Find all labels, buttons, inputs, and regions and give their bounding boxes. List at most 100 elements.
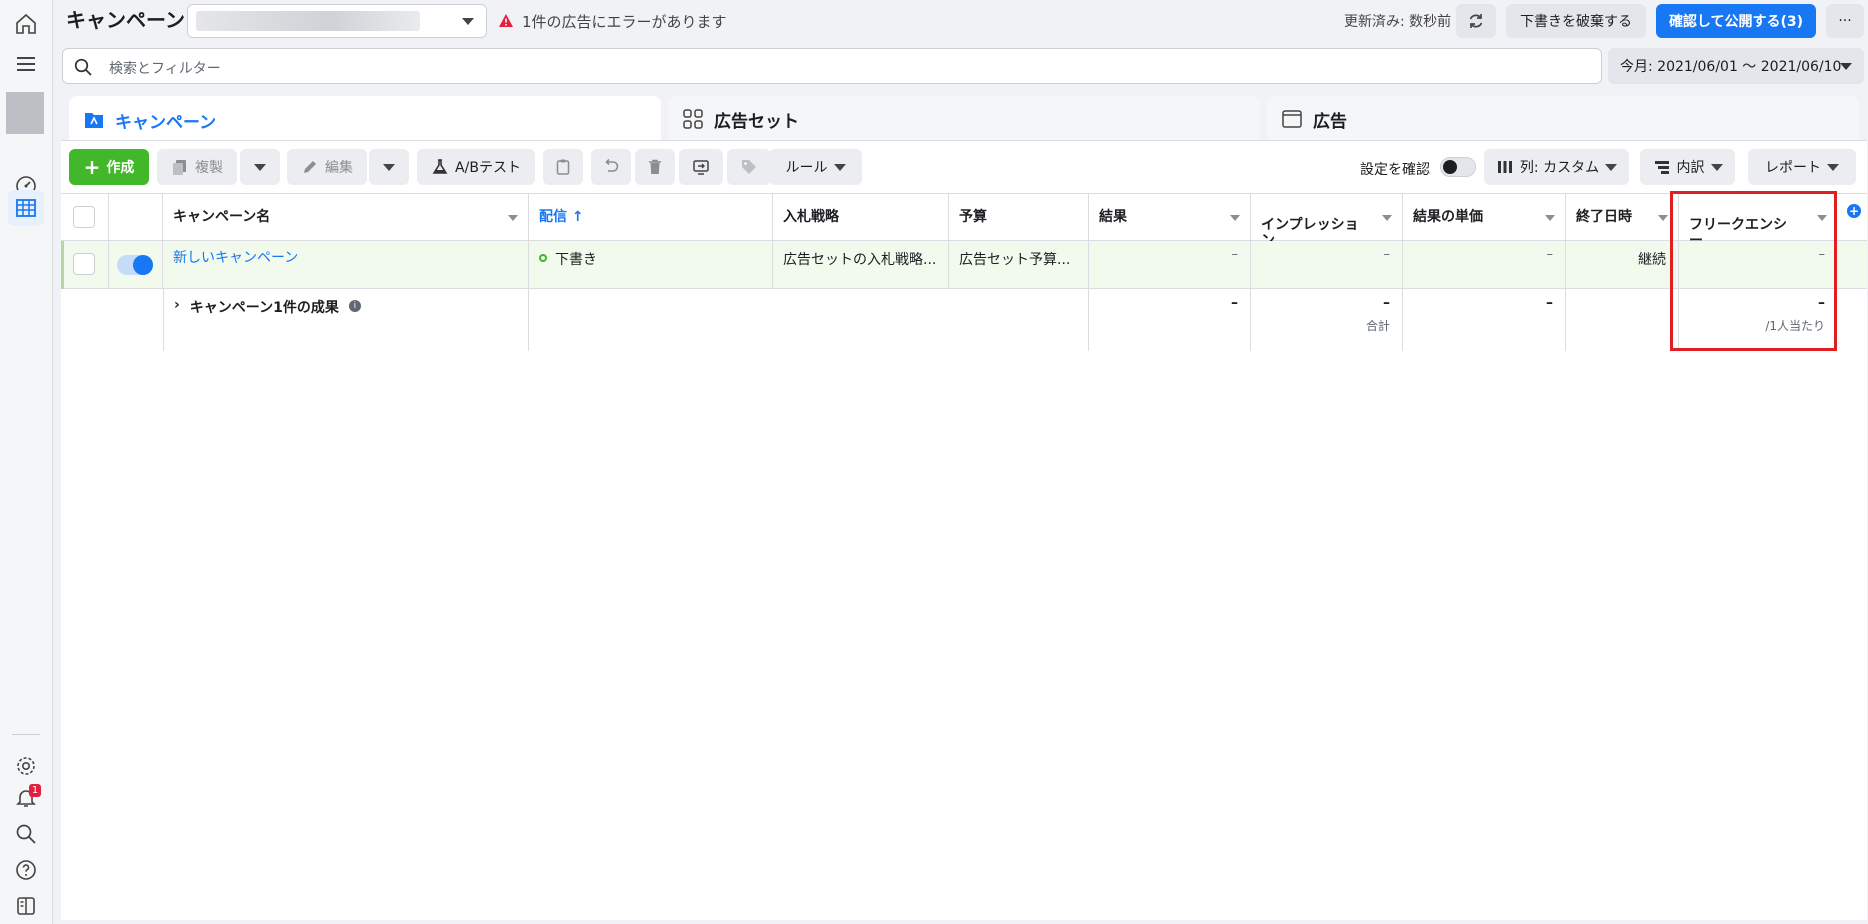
summary-impressions-value: – (1383, 295, 1390, 311)
tab-ad-sets[interactable]: 広告セット (668, 96, 1260, 142)
header-delivery[interactable]: 配信 ↑ (529, 194, 773, 240)
header-label: 予算 (959, 209, 987, 225)
header-campaign-name[interactable]: キャンペーン名 (163, 194, 529, 240)
tag-icon (742, 160, 756, 174)
ad-window-icon (1282, 110, 1302, 128)
info-icon[interactable]: i (348, 300, 361, 312)
last-updated-label: 更新済み: 数秒前 (1344, 14, 1452, 30)
more-options-button[interactable]: ··· (1826, 4, 1864, 38)
error-notice[interactable]: 1件の広告にエラーがあります (498, 10, 727, 32)
tag-button[interactable] (727, 149, 771, 185)
header-label: 結果の単価 (1413, 209, 1483, 225)
search-placeholder: 検索とフィルター (109, 61, 221, 77)
frequency-column-highlight (1670, 191, 1837, 351)
header-budget[interactable]: 予算 (949, 194, 1089, 240)
edit-button[interactable]: 編集 (287, 149, 367, 185)
summary-impressions-cell: – 合計 (1251, 289, 1403, 351)
refresh-button[interactable] (1456, 4, 1496, 38)
reports-dropdown-button[interactable]: レポート (1748, 149, 1856, 185)
ad-account-select[interactable] (187, 4, 487, 38)
review-and-publish-button[interactable]: 確認して公開する(3) (1656, 4, 1816, 38)
tab-label: 広告セット (714, 111, 799, 132)
summary-results-cell: – (1089, 289, 1251, 351)
end-date-cell: 継続 (1566, 241, 1679, 288)
date-range-picker[interactable]: 今月: 2021/06/01 ～ 2021/06/10 (1608, 48, 1864, 84)
select-all-cell (61, 194, 109, 240)
budget-cell: 広告セット予算... (949, 241, 1089, 288)
menu-icon[interactable] (8, 46, 44, 82)
help-question-icon[interactable] (8, 852, 44, 888)
rules-label: ルール (785, 160, 828, 176)
summary-empty-cell (529, 289, 1089, 351)
header-cost-per-result[interactable]: 結果の単価 (1403, 194, 1566, 240)
create-button[interactable]: + 作成 (69, 149, 149, 185)
pencil-icon (304, 161, 316, 173)
search-and-filter-bar[interactable]: 検索とフィルター (62, 48, 1602, 84)
undo-icon (605, 158, 619, 172)
search-icon[interactable] (8, 816, 44, 852)
summary-spacer (61, 289, 163, 351)
summary-label: キャンペーン1件の成果 (189, 300, 339, 316)
row-checkbox[interactable] (73, 253, 95, 275)
cost-per-result-cell: – (1403, 241, 1566, 288)
rules-dropdown-button[interactable]: ルール (769, 149, 862, 185)
flask-icon (432, 159, 448, 174)
chevron-down-icon (383, 163, 395, 171)
breakdown-label: 内訳 (1676, 160, 1705, 176)
delivery-cell: 下書き (529, 241, 773, 288)
sort-caret-icon (1230, 215, 1240, 221)
columns-icon (1497, 161, 1512, 173)
account-avatar[interactable] (6, 92, 44, 134)
settings-gear-icon[interactable] (8, 748, 44, 784)
chevron-down-icon (254, 163, 266, 171)
campaign-on-off-toggle[interactable] (117, 255, 153, 275)
table-header-row: キャンペーン名 配信 ↑ 入札戦略 予算 結果 インプレッショ ン 結果の単価 (61, 193, 1867, 249)
notification-count-badge: 1 (29, 784, 41, 797)
budget-value: 広告セット予算... (959, 252, 1071, 268)
tab-campaigns[interactable]: キャンペーン (69, 96, 661, 144)
sort-caret-icon (508, 215, 518, 221)
columns-dropdown-button[interactable]: 列: カスタム (1484, 149, 1629, 185)
duplicate-button[interactable]: 複製 (157, 149, 237, 185)
error-text: 1件の広告にエラーがあります (522, 12, 727, 31)
edit-options-dropdown[interactable] (369, 149, 409, 185)
header-end-date[interactable]: 終了日時 (1566, 194, 1679, 240)
summary-impressions-note: 合計 (1365, 319, 1390, 333)
table-row[interactable]: 新しいキャンペーン 下書き 広告セットの入札戦略... 広告セット予算... –… (61, 241, 1867, 289)
undo-button[interactable] (591, 149, 631, 185)
warning-triangle-icon (499, 14, 513, 27)
create-label: 作成 (106, 160, 135, 176)
header-label: 終了日時 (1576, 209, 1632, 225)
trash-icon (649, 159, 661, 174)
header-results[interactable]: 結果 (1089, 194, 1251, 240)
duplicate-options-dropdown[interactable] (240, 149, 280, 185)
delete-button[interactable] (635, 149, 675, 185)
discard-drafts-button[interactable]: 下書きを破棄する (1506, 4, 1646, 38)
summary-cost-per-result-cell: – (1403, 289, 1566, 351)
delivery-status: 下書き (555, 252, 597, 268)
side-panel-toggle-icon[interactable] (8, 888, 44, 924)
breakdown-dropdown-button[interactable]: 内訳 (1640, 149, 1735, 185)
bid-strategy-cell: 広告セットの入札戦略... (773, 241, 949, 288)
paste-button[interactable] (543, 149, 583, 185)
header-bid-strategy[interactable]: 入札戦略 (773, 194, 949, 240)
summary-cost-value: – (1546, 295, 1553, 311)
tab-label: キャンペーン (115, 112, 217, 133)
header-label: 結果 (1099, 209, 1127, 225)
ab-test-button[interactable]: A/Bテスト (417, 149, 535, 185)
chevron-down-icon (833, 163, 846, 171)
add-column-icon[interactable]: + (1847, 204, 1861, 218)
export-button[interactable] (679, 149, 723, 185)
expand-chevron-icon[interactable]: › (174, 297, 180, 313)
page-title: キャンペーン (66, 8, 185, 32)
tab-ads[interactable]: 広告 (1267, 96, 1859, 142)
home-icon[interactable] (8, 6, 44, 42)
toggle-header-cell (109, 194, 163, 240)
ads-manager-table-icon[interactable] (8, 190, 44, 226)
header-impressions[interactable]: インプレッショ ン (1251, 194, 1403, 249)
summary-results-value: – (1231, 295, 1238, 311)
select-all-checkbox[interactable] (73, 206, 95, 228)
review-settings-toggle[interactable] (1440, 157, 1476, 177)
campaign-name-link[interactable]: 新しいキャンペーン (173, 250, 298, 266)
ab-test-label: A/Bテスト (455, 160, 521, 176)
